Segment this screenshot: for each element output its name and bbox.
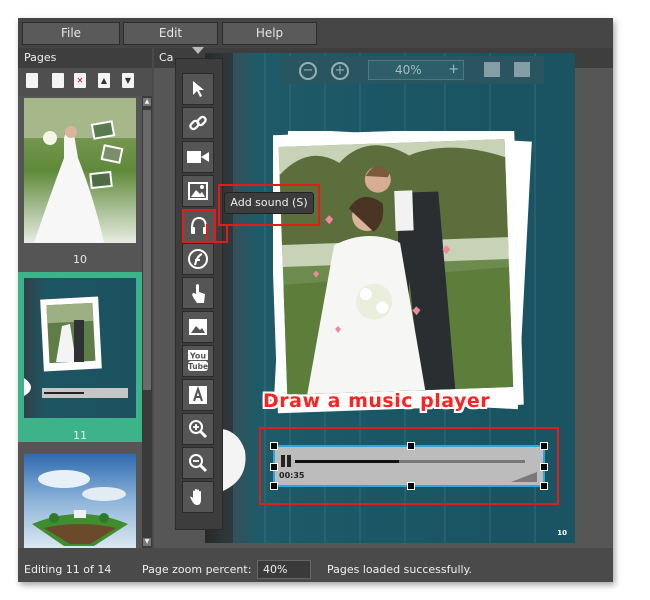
thumbnail-page-11 xyxy=(24,278,136,418)
youtube-icon[interactable]: You Tube xyxy=(182,345,214,377)
book-page: 00:35 10 xyxy=(205,53,575,543)
resize-handle[interactable] xyxy=(407,482,415,490)
scroll-down-icon[interactable]: ▼ xyxy=(143,538,151,546)
zoom-plus[interactable]: + xyxy=(448,62,459,77)
status-zoom-input[interactable]: 40% xyxy=(257,560,311,579)
pages-panel-title: Pages xyxy=(24,51,57,64)
move-down-icon[interactable]: ▼ xyxy=(122,73,134,88)
toolbar-collapse-icon[interactable] xyxy=(192,47,204,54)
scroll-up-icon[interactable]: ▲ xyxy=(143,98,151,106)
zoom-field[interactable]: 40% + xyxy=(368,60,464,80)
video-icon[interactable] xyxy=(182,141,214,173)
resize-handle[interactable] xyxy=(407,442,415,450)
progress-track[interactable] xyxy=(295,460,525,463)
page-thumbnail[interactable] xyxy=(24,454,136,548)
zoom-out-icon[interactable]: − xyxy=(299,62,317,80)
resize-handle[interactable] xyxy=(270,482,278,490)
touch-hand-icon[interactable] xyxy=(182,277,214,309)
svg-text:Tube: Tube xyxy=(188,362,208,371)
zoom-in-icon[interactable]: + xyxy=(331,62,349,80)
status-zoom-label: Page zoom percent: xyxy=(142,563,252,576)
pan-hand-icon[interactable] xyxy=(182,481,214,513)
pages-panel: Pages ✕ ▲ ▼ 10 11 ▲ ▼ xyxy=(18,48,152,548)
slideshow-icon[interactable] xyxy=(182,311,214,343)
thumbnail-label-selected: 11 xyxy=(73,429,87,442)
volume-icon[interactable] xyxy=(511,467,537,482)
thumbnail-label: 10 xyxy=(73,253,87,266)
resize-handle[interactable] xyxy=(270,463,278,471)
page-thumbnail[interactable] xyxy=(24,98,136,243)
page-tools: ✕ ▲ ▼ xyxy=(18,68,152,94)
thumbnail-wedding-collage xyxy=(24,98,136,243)
play-pause-icon[interactable] xyxy=(281,455,285,467)
annotation-text: Draw a music player xyxy=(263,390,491,412)
progress-fill xyxy=(295,460,399,463)
thumbnail-scrollbar[interactable]: ▲ ▼ xyxy=(142,96,152,548)
resize-handle[interactable] xyxy=(540,442,548,450)
menu-edit[interactable]: Edit xyxy=(123,22,218,45)
insert-toolbar: You Tube xyxy=(175,47,223,530)
status-editing: Editing 11 of 14 xyxy=(24,563,112,576)
resize-handle[interactable] xyxy=(270,442,278,450)
fullscreen-icon[interactable] xyxy=(514,62,530,77)
image-icon[interactable] xyxy=(182,175,214,207)
select-pointer-icon[interactable] xyxy=(182,73,214,105)
menu-help[interactable]: Help xyxy=(222,22,317,45)
delete-page-icon[interactable]: ✕ xyxy=(74,73,86,88)
music-player[interactable]: 00:35 xyxy=(270,442,548,490)
resize-handle[interactable] xyxy=(540,463,548,471)
pages-panel-header: Pages xyxy=(18,48,152,68)
play-pause-icon-bar xyxy=(287,455,291,467)
tooltip-connector xyxy=(206,224,228,243)
status-bar: Editing 11 of 14 Page zoom percent: 40% … xyxy=(18,556,613,582)
fit-width-icon[interactable] xyxy=(484,62,500,77)
zoom-out-tool-icon[interactable] xyxy=(182,447,214,479)
new-page-icon[interactable] xyxy=(26,73,38,88)
text-icon[interactable] xyxy=(182,379,214,411)
status-message: Pages loaded successfully. xyxy=(327,563,473,576)
scrollbar-thumb[interactable] xyxy=(143,110,151,390)
status-zoom-value: 40% xyxy=(263,563,288,576)
menu-file[interactable]: File xyxy=(22,22,120,45)
add-sound-tooltip: Add sound (S) xyxy=(224,192,314,214)
page-thumbnail-list: 10 11 xyxy=(18,96,142,548)
zoom-value: 40% xyxy=(395,63,422,77)
thumbnail-island xyxy=(24,454,136,548)
canvas-panel-title: Ca xyxy=(159,51,174,64)
wedding-photo xyxy=(273,131,532,414)
resize-handle[interactable] xyxy=(540,482,548,490)
player-time: 00:35 xyxy=(279,471,305,480)
svg-text:You: You xyxy=(189,352,207,361)
menu-bar: File Edit Help xyxy=(18,18,613,48)
flash-icon[interactable] xyxy=(182,243,214,275)
page-thumbnail-selected[interactable] xyxy=(24,278,136,418)
page-number: 10 xyxy=(557,529,567,537)
zoom-controls: − + 40% + xyxy=(282,56,544,84)
move-up-icon[interactable]: ▲ xyxy=(98,73,110,88)
zoom-in-tool-icon[interactable] xyxy=(182,413,214,445)
link-icon[interactable] xyxy=(182,107,214,139)
edit-page-icon[interactable] xyxy=(52,73,64,88)
